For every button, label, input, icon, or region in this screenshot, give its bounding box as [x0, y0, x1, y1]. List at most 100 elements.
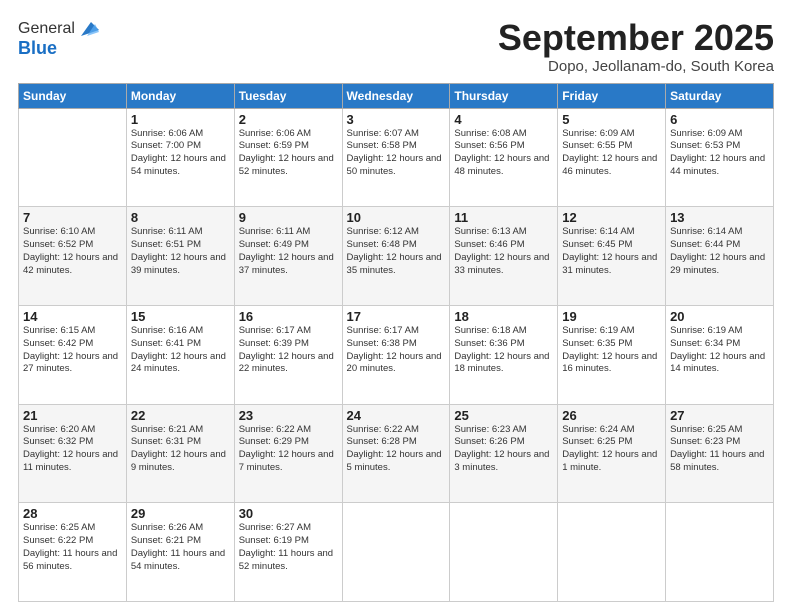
- day-number: 30: [239, 506, 338, 521]
- day-number: 21: [23, 408, 122, 423]
- day-info: Sunrise: 6:20 AM Sunset: 6:32 PM Dayligh…: [23, 424, 122, 475]
- day-info: Sunrise: 6:24 AM Sunset: 6:25 PM Dayligh…: [562, 424, 661, 475]
- day-cell: 24Sunrise: 6:22 AM Sunset: 6:28 PM Dayli…: [342, 404, 450, 503]
- day-number: 5: [562, 112, 661, 127]
- day-cell: 18Sunrise: 6:18 AM Sunset: 6:36 PM Dayli…: [450, 305, 558, 404]
- day-info: Sunrise: 6:18 AM Sunset: 6:36 PM Dayligh…: [454, 325, 553, 376]
- day-info: Sunrise: 6:22 AM Sunset: 6:28 PM Dayligh…: [347, 424, 446, 475]
- logo: General Blue: [18, 18, 99, 59]
- day-cell: 21Sunrise: 6:20 AM Sunset: 6:32 PM Dayli…: [19, 404, 127, 503]
- day-number: 2: [239, 112, 338, 127]
- day-cell: [666, 503, 774, 602]
- day-number: 4: [454, 112, 553, 127]
- day-info: Sunrise: 6:21 AM Sunset: 6:31 PM Dayligh…: [131, 424, 230, 475]
- header-cell-sunday: Sunday: [19, 83, 127, 108]
- week-row-4: 21Sunrise: 6:20 AM Sunset: 6:32 PM Dayli…: [19, 404, 774, 503]
- day-info: Sunrise: 6:17 AM Sunset: 6:39 PM Dayligh…: [239, 325, 338, 376]
- day-number: 12: [562, 210, 661, 225]
- day-number: 24: [347, 408, 446, 423]
- logo-blue-text: Blue: [18, 38, 99, 59]
- day-info: Sunrise: 6:11 AM Sunset: 6:51 PM Dayligh…: [131, 226, 230, 277]
- header-row: SundayMondayTuesdayWednesdayThursdayFrid…: [19, 83, 774, 108]
- day-number: 27: [670, 408, 769, 423]
- day-cell: 9Sunrise: 6:11 AM Sunset: 6:49 PM Daylig…: [234, 207, 342, 306]
- day-info: Sunrise: 6:25 AM Sunset: 6:23 PM Dayligh…: [670, 424, 769, 475]
- header-cell-monday: Monday: [126, 83, 234, 108]
- week-row-5: 28Sunrise: 6:25 AM Sunset: 6:22 PM Dayli…: [19, 503, 774, 602]
- day-number: 1: [131, 112, 230, 127]
- day-info: Sunrise: 6:06 AM Sunset: 7:00 PM Dayligh…: [131, 128, 230, 179]
- day-number: 14: [23, 309, 122, 324]
- subtitle: Dopo, Jeollanam-do, South Korea: [498, 58, 774, 75]
- day-info: Sunrise: 6:23 AM Sunset: 6:26 PM Dayligh…: [454, 424, 553, 475]
- day-cell: 19Sunrise: 6:19 AM Sunset: 6:35 PM Dayli…: [558, 305, 666, 404]
- day-info: Sunrise: 6:19 AM Sunset: 6:35 PM Dayligh…: [562, 325, 661, 376]
- day-number: 9: [239, 210, 338, 225]
- day-cell: 15Sunrise: 6:16 AM Sunset: 6:41 PM Dayli…: [126, 305, 234, 404]
- day-number: 3: [347, 112, 446, 127]
- day-info: Sunrise: 6:26 AM Sunset: 6:21 PM Dayligh…: [131, 522, 230, 573]
- day-number: 6: [670, 112, 769, 127]
- day-number: 15: [131, 309, 230, 324]
- day-number: 17: [347, 309, 446, 324]
- day-number: 28: [23, 506, 122, 521]
- day-cell: 11Sunrise: 6:13 AM Sunset: 6:46 PM Dayli…: [450, 207, 558, 306]
- day-info: Sunrise: 6:25 AM Sunset: 6:22 PM Dayligh…: [23, 522, 122, 573]
- day-cell: [558, 503, 666, 602]
- day-info: Sunrise: 6:14 AM Sunset: 6:45 PM Dayligh…: [562, 226, 661, 277]
- day-cell: 16Sunrise: 6:17 AM Sunset: 6:39 PM Dayli…: [234, 305, 342, 404]
- day-cell: 17Sunrise: 6:17 AM Sunset: 6:38 PM Dayli…: [342, 305, 450, 404]
- day-cell: 10Sunrise: 6:12 AM Sunset: 6:48 PM Dayli…: [342, 207, 450, 306]
- day-cell: 14Sunrise: 6:15 AM Sunset: 6:42 PM Dayli…: [19, 305, 127, 404]
- page: General Blue September 2025 Dopo, Jeolla…: [0, 0, 792, 612]
- day-number: 29: [131, 506, 230, 521]
- day-number: 10: [347, 210, 446, 225]
- day-info: Sunrise: 6:11 AM Sunset: 6:49 PM Dayligh…: [239, 226, 338, 277]
- day-cell: 5Sunrise: 6:09 AM Sunset: 6:55 PM Daylig…: [558, 108, 666, 207]
- title-block: September 2025 Dopo, Jeollanam-do, South…: [498, 18, 774, 75]
- day-info: Sunrise: 6:27 AM Sunset: 6:19 PM Dayligh…: [239, 522, 338, 573]
- calendar-header: SundayMondayTuesdayWednesdayThursdayFrid…: [19, 83, 774, 108]
- header-cell-friday: Friday: [558, 83, 666, 108]
- header-cell-saturday: Saturday: [666, 83, 774, 108]
- header-cell-wednesday: Wednesday: [342, 83, 450, 108]
- day-cell: 1Sunrise: 6:06 AM Sunset: 7:00 PM Daylig…: [126, 108, 234, 207]
- day-cell: [19, 108, 127, 207]
- day-cell: 3Sunrise: 6:07 AM Sunset: 6:58 PM Daylig…: [342, 108, 450, 207]
- day-number: 7: [23, 210, 122, 225]
- day-number: 16: [239, 309, 338, 324]
- day-cell: 28Sunrise: 6:25 AM Sunset: 6:22 PM Dayli…: [19, 503, 127, 602]
- day-info: Sunrise: 6:17 AM Sunset: 6:38 PM Dayligh…: [347, 325, 446, 376]
- day-cell: 7Sunrise: 6:10 AM Sunset: 6:52 PM Daylig…: [19, 207, 127, 306]
- day-number: 11: [454, 210, 553, 225]
- day-number: 20: [670, 309, 769, 324]
- day-info: Sunrise: 6:09 AM Sunset: 6:53 PM Dayligh…: [670, 128, 769, 179]
- logo-icon: [77, 18, 99, 40]
- calendar-body: 1Sunrise: 6:06 AM Sunset: 7:00 PM Daylig…: [19, 108, 774, 601]
- day-info: Sunrise: 6:09 AM Sunset: 6:55 PM Dayligh…: [562, 128, 661, 179]
- day-info: Sunrise: 6:13 AM Sunset: 6:46 PM Dayligh…: [454, 226, 553, 277]
- week-row-1: 1Sunrise: 6:06 AM Sunset: 7:00 PM Daylig…: [19, 108, 774, 207]
- day-cell: 22Sunrise: 6:21 AM Sunset: 6:31 PM Dayli…: [126, 404, 234, 503]
- day-info: Sunrise: 6:14 AM Sunset: 6:44 PM Dayligh…: [670, 226, 769, 277]
- day-cell: 23Sunrise: 6:22 AM Sunset: 6:29 PM Dayli…: [234, 404, 342, 503]
- day-cell: 20Sunrise: 6:19 AM Sunset: 6:34 PM Dayli…: [666, 305, 774, 404]
- day-cell: [450, 503, 558, 602]
- calendar-table: SundayMondayTuesdayWednesdayThursdayFrid…: [18, 83, 774, 602]
- week-row-2: 7Sunrise: 6:10 AM Sunset: 6:52 PM Daylig…: [19, 207, 774, 306]
- day-cell: 26Sunrise: 6:24 AM Sunset: 6:25 PM Dayli…: [558, 404, 666, 503]
- day-info: Sunrise: 6:07 AM Sunset: 6:58 PM Dayligh…: [347, 128, 446, 179]
- day-number: 26: [562, 408, 661, 423]
- day-info: Sunrise: 6:08 AM Sunset: 6:56 PM Dayligh…: [454, 128, 553, 179]
- day-number: 18: [454, 309, 553, 324]
- day-info: Sunrise: 6:10 AM Sunset: 6:52 PM Dayligh…: [23, 226, 122, 277]
- header-cell-tuesday: Tuesday: [234, 83, 342, 108]
- day-info: Sunrise: 6:22 AM Sunset: 6:29 PM Dayligh…: [239, 424, 338, 475]
- day-number: 25: [454, 408, 553, 423]
- day-number: 19: [562, 309, 661, 324]
- day-cell: 12Sunrise: 6:14 AM Sunset: 6:45 PM Dayli…: [558, 207, 666, 306]
- day-cell: 29Sunrise: 6:26 AM Sunset: 6:21 PM Dayli…: [126, 503, 234, 602]
- day-info: Sunrise: 6:19 AM Sunset: 6:34 PM Dayligh…: [670, 325, 769, 376]
- day-cell: 25Sunrise: 6:23 AM Sunset: 6:26 PM Dayli…: [450, 404, 558, 503]
- day-cell: [342, 503, 450, 602]
